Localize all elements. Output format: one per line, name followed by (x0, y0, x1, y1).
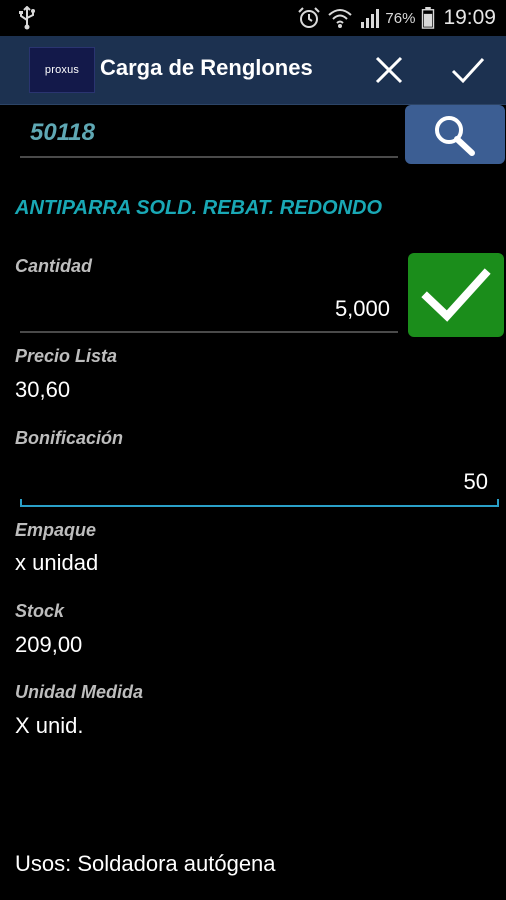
bonificacion-label: Bonificación (15, 428, 124, 448)
close-icon[interactable] (369, 50, 409, 90)
alarm-icon (298, 7, 321, 28)
search-button[interactable] (405, 105, 505, 164)
clock: 19:09 (443, 6, 496, 29)
cantidad-underline (20, 331, 398, 333)
page-title: Carga de Renglones (100, 55, 313, 80)
bonificacion-underline-left-tick (20, 499, 22, 507)
battery-percent: 76% (385, 9, 416, 27)
usos-text: Usos: Soldadora autógena (15, 851, 276, 876)
product-description: ANTIPARRA SOLD. REBAT. REDONDO (15, 197, 383, 219)
unidad-medida-value: X unid. (15, 713, 84, 738)
precio-lista-label: Precio Lista (15, 346, 118, 366)
bonificacion-input[interactable]: 50 (20, 463, 488, 501)
cantidad-label: Cantidad (15, 256, 93, 276)
empaque-label: Empaque (15, 520, 97, 540)
screen: 76% 19:09 proxus Carga de Renglones 5011… (0, 0, 506, 900)
bonificacion-underline-right-tick (497, 499, 499, 507)
bonificacion-underline (20, 505, 499, 507)
action-bar: proxus Carga de Renglones (0, 36, 506, 105)
unidad-medida-label: Unidad Medida (15, 682, 144, 702)
signal-icon (361, 9, 380, 28)
empaque-value: x unidad (15, 550, 99, 575)
status-bar: 76% 19:09 (0, 0, 506, 36)
battery-icon (422, 7, 435, 29)
stock-label: Stock (15, 601, 65, 621)
precio-lista-value: 30,60 (15, 377, 71, 402)
app-logo: proxus (29, 47, 95, 93)
checkmark-icon (421, 268, 491, 322)
wifi-icon (328, 9, 353, 28)
code-input-underline (20, 156, 398, 158)
usb-icon (19, 6, 35, 30)
confirm-quantity-button[interactable] (408, 253, 504, 337)
checkmark-icon[interactable] (448, 50, 488, 90)
stock-value: 209,00 (15, 632, 83, 657)
code-input[interactable]: 50118 (22, 110, 398, 156)
search-icon (435, 116, 475, 156)
cantidad-input[interactable]: 5,000 (20, 290, 390, 328)
